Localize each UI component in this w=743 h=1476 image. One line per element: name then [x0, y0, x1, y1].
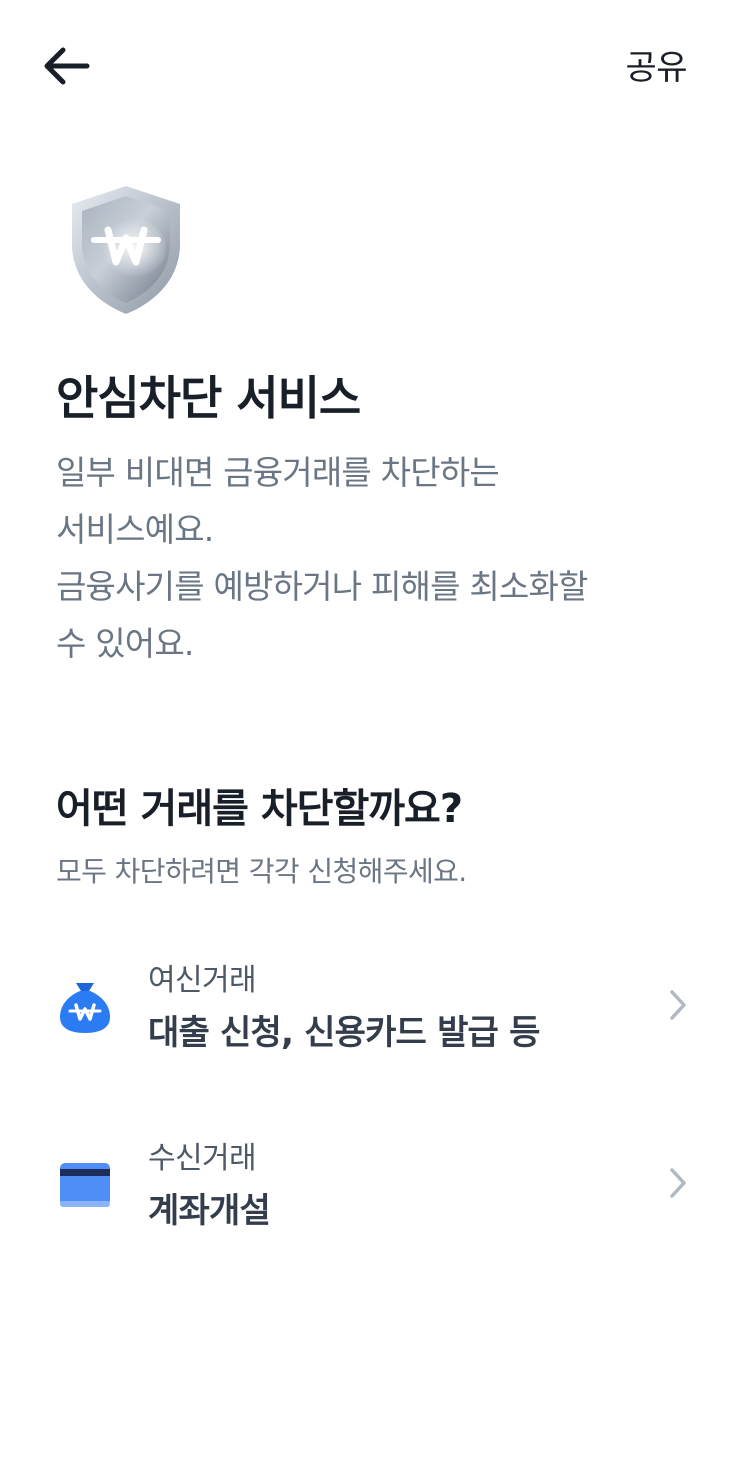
option-label: 수신거래	[148, 1141, 257, 1176]
top-bar: 공유	[0, 0, 743, 130]
option-value: 계좌개설	[148, 1191, 271, 1231]
option-loan-transactions[interactable]: 여신거래 대출 신청, 신용카드 발급 등	[0, 955, 743, 1105]
option-deposit-transactions[interactable]: 수신거래 계좌개설	[0, 1133, 743, 1283]
share-button[interactable]: 공유	[625, 40, 687, 88]
chevron-right-icon	[670, 990, 686, 1020]
section-subtitle: 모두 차단하려면 각각 신청해주세요.	[56, 855, 467, 888]
page: 공유 안심차단 서비스 일부 비대면 금융거래를 차단하는 서비스예요. 금융사…	[0, 0, 743, 1476]
card-icon	[60, 1163, 110, 1207]
description-line-2: 서비스예요.	[56, 510, 214, 549]
shield-won-icon	[72, 186, 180, 314]
option-label: 여신거래	[148, 963, 257, 998]
description-line-4: 수 있어요.	[56, 624, 194, 663]
description: 일부 비대면 금융거래를 차단하는 서비스예요. 금융사기를 예방하거나 피해를…	[56, 444, 696, 672]
back-button[interactable]	[36, 36, 96, 96]
arrow-left-icon	[44, 47, 90, 85]
section-title: 어떤 거래를 차단할까요?	[56, 786, 463, 832]
description-line-1: 일부 비대면 금융거래를 차단하는	[56, 453, 500, 492]
page-title: 안심차단 서비스	[56, 371, 361, 425]
option-value: 대출 신청, 신용카드 발급 등	[148, 1013, 540, 1053]
chevron-right-icon	[670, 1168, 686, 1198]
description-line-3: 금융사기를 예방하거나 피해를 최소화할	[56, 567, 588, 606]
money-bag-icon	[60, 983, 110, 1033]
